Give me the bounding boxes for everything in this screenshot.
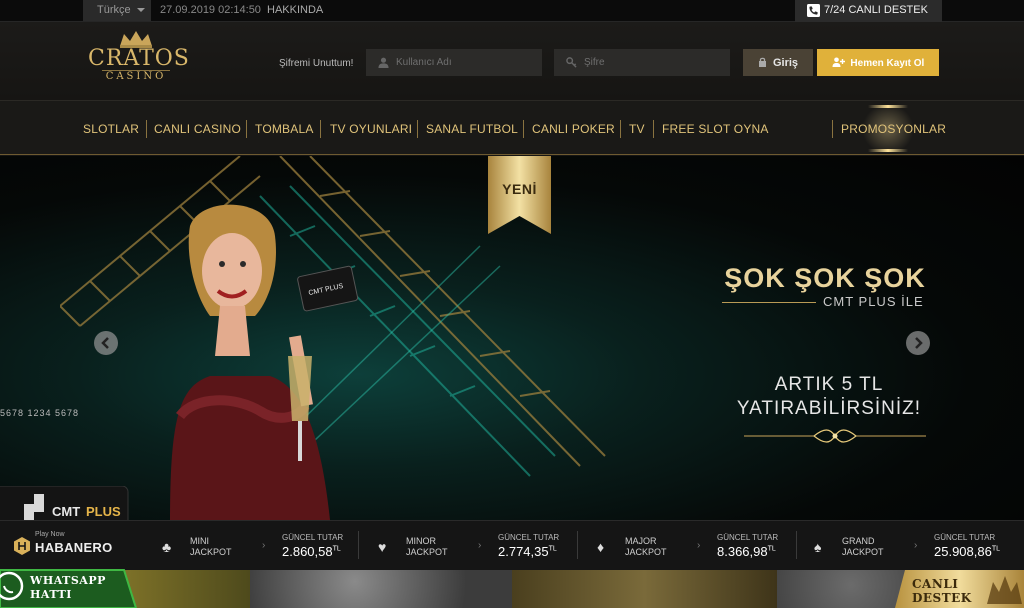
current-amount-label: GÜNCEL TUTAR — [282, 533, 344, 542]
nav-divider — [320, 120, 321, 138]
server-datetime: 27.09.2019 02:14:50 — [160, 4, 261, 16]
jackpot-name: MINI JACKPOT — [190, 536, 232, 557]
chevron-right-icon: › — [262, 540, 266, 551]
phone-icon — [807, 4, 820, 17]
promo-highlight-bottom — [868, 149, 908, 152]
chevron-right-icon: › — [697, 540, 701, 551]
provider-name: HABANERO — [35, 540, 113, 555]
nav-divider — [620, 120, 621, 138]
nav-item-tv[interactable]: TV — [629, 122, 645, 136]
live-support-label-2: DESTEK — [912, 591, 972, 605]
nav-divider — [832, 120, 833, 138]
habanero-hex-icon — [14, 537, 30, 555]
logo-subtitle: CASINO — [102, 70, 170, 82]
model-holding-card-image: CMT PLUS — [170, 204, 359, 520]
diamond-icon: ♦ — [597, 539, 605, 555]
banner-offer-line-2: YATIRABİLİRSİNİZ! — [736, 398, 922, 419]
password-input[interactable] — [554, 49, 730, 76]
banner-subline: CMT PLUS İLE — [823, 294, 924, 309]
ornament-divider — [744, 429, 926, 443]
support-label: 7/24 CANLI DESTEK — [824, 4, 928, 16]
live-support-button[interactable]: 7/24 CANLI DESTEK — [795, 0, 942, 22]
nav-divider — [146, 120, 147, 138]
nav-divider — [653, 120, 654, 138]
whatsapp-line-button[interactable] — [0, 566, 140, 608]
current-amount-label: GÜNCEL TUTAR — [934, 533, 996, 542]
chevron-right-icon: › — [478, 540, 482, 551]
banner-offer-line-1: ARTIK 5 TL — [774, 374, 884, 395]
game-thumbnails-strip — [0, 570, 1024, 608]
nav-item-virtual-football[interactable]: SANAL FUTBOL — [426, 122, 518, 136]
top-bar: Türkçe 27.09.2019 02:14:50 HAKKINDA 7/24… — [0, 0, 1024, 22]
user-icon — [378, 57, 389, 68]
live-support-label: CANLI — [912, 577, 959, 591]
register-button[interactable]: Hemen Kayıt Ol — [817, 49, 939, 76]
nav-item-slots[interactable]: SLOTLAR — [83, 122, 139, 136]
subline-rule — [722, 302, 816, 303]
promo-highlight-top — [868, 105, 908, 108]
nav-divider — [246, 120, 247, 138]
banner-headline: ŞOK ŞOK ŞOK — [724, 263, 926, 293]
chevron-right-icon — [915, 337, 923, 349]
jackpot-divider — [358, 531, 359, 559]
username-input[interactable] — [366, 49, 542, 76]
slider-prev-button[interactable] — [94, 331, 118, 355]
new-ribbon-label: YENİ — [502, 181, 537, 197]
svg-text:PLUS: PLUS — [86, 504, 121, 519]
language-label: Türkçe — [97, 4, 131, 16]
chevron-right-icon: › — [914, 540, 918, 551]
game-thumbnail[interactable] — [512, 570, 777, 608]
page: Türkçe 27.09.2019 02:14:50 HAKKINDA 7/24… — [0, 0, 1024, 608]
provider-tagline: Play Now — [35, 531, 65, 538]
lock-icon — [758, 57, 766, 67]
whatsapp-label: WHATSAPP — [30, 574, 106, 587]
chevron-down-icon — [137, 8, 145, 12]
nav-item-free-slot[interactable]: FREE SLOT OYNA — [662, 122, 769, 136]
slider-next-button[interactable] — [906, 331, 930, 355]
about-link[interactable]: HAKKINDA — [267, 4, 323, 16]
current-amount-label: GÜNCEL TUTAR — [498, 533, 560, 542]
add-user-icon — [832, 57, 845, 67]
jackpot-amount: 2.860,58TL — [282, 544, 341, 559]
card-number: 5678 1234 5678 — [0, 408, 80, 418]
forgot-password-link[interactable]: Şifremi Unuttum! — [279, 58, 353, 69]
cmt-plus-card-image: CMT PLUS — [0, 486, 129, 520]
nav-item-tombala[interactable]: TOMBALA — [255, 122, 314, 136]
heart-icon: ♥ — [378, 539, 387, 555]
chevron-left-icon — [101, 337, 109, 349]
nav-item-promotions[interactable]: PROMOSYONLAR — [841, 122, 946, 136]
svg-text:CMT: CMT — [52, 504, 80, 519]
current-amount-label: GÜNCEL TUTAR — [717, 533, 779, 542]
nav-item-live-poker[interactable]: CANLI POKER — [532, 122, 615, 136]
language-select[interactable]: Türkçe — [83, 0, 151, 21]
jackpot-amount: 2.774,35TL — [498, 544, 557, 559]
nav-divider — [523, 120, 524, 138]
key-icon — [566, 57, 577, 68]
spade-icon: ♠ — [814, 539, 822, 555]
club-icon: ♣ — [162, 539, 172, 555]
jackpot-amount: 25.908,86TL — [934, 544, 1001, 559]
jackpot-divider — [577, 531, 578, 559]
jackpot-bar: Play Now HABANERO ♣ MINI JACKPOT › GÜNCEL… — [0, 520, 1024, 570]
nav-item-tv-games[interactable]: TV OYUNLARI — [330, 122, 412, 136]
nav-item-live-casino[interactable]: CANLI CASINO — [154, 122, 241, 136]
nav-divider — [417, 120, 418, 138]
jackpot-name: MAJOR JACKPOT — [625, 536, 667, 557]
jackpot-divider — [796, 531, 797, 559]
whatsapp-label-2: HATTI — [30, 588, 72, 601]
main-nav: SLOTLAR CANLI CASINO TOMBALA TV OYUNLARI… — [0, 100, 1024, 155]
site-logo[interactable]: CRATOS CASINO — [88, 30, 190, 92]
header: CRATOS CASINO Şifremi Unuttum! Giriş — [0, 22, 1024, 100]
hero-banner[interactable]: CMT PLUS CMT PLUS 5678 1234 5678 YENİ ŞO… — [0, 156, 1024, 520]
register-label: Hemen Kayıt Ol — [850, 58, 925, 69]
game-thumbnail[interactable] — [250, 570, 512, 608]
jackpot-amount: 8.366,98TL — [717, 544, 776, 559]
login-button[interactable]: Giriş — [743, 49, 813, 76]
login-label: Giriş — [772, 57, 799, 69]
logo-name: CRATOS — [88, 46, 190, 71]
jackpot-name: MINOR JACKPOT — [406, 536, 448, 557]
jackpot-name: GRAND JACKPOT — [842, 536, 884, 557]
